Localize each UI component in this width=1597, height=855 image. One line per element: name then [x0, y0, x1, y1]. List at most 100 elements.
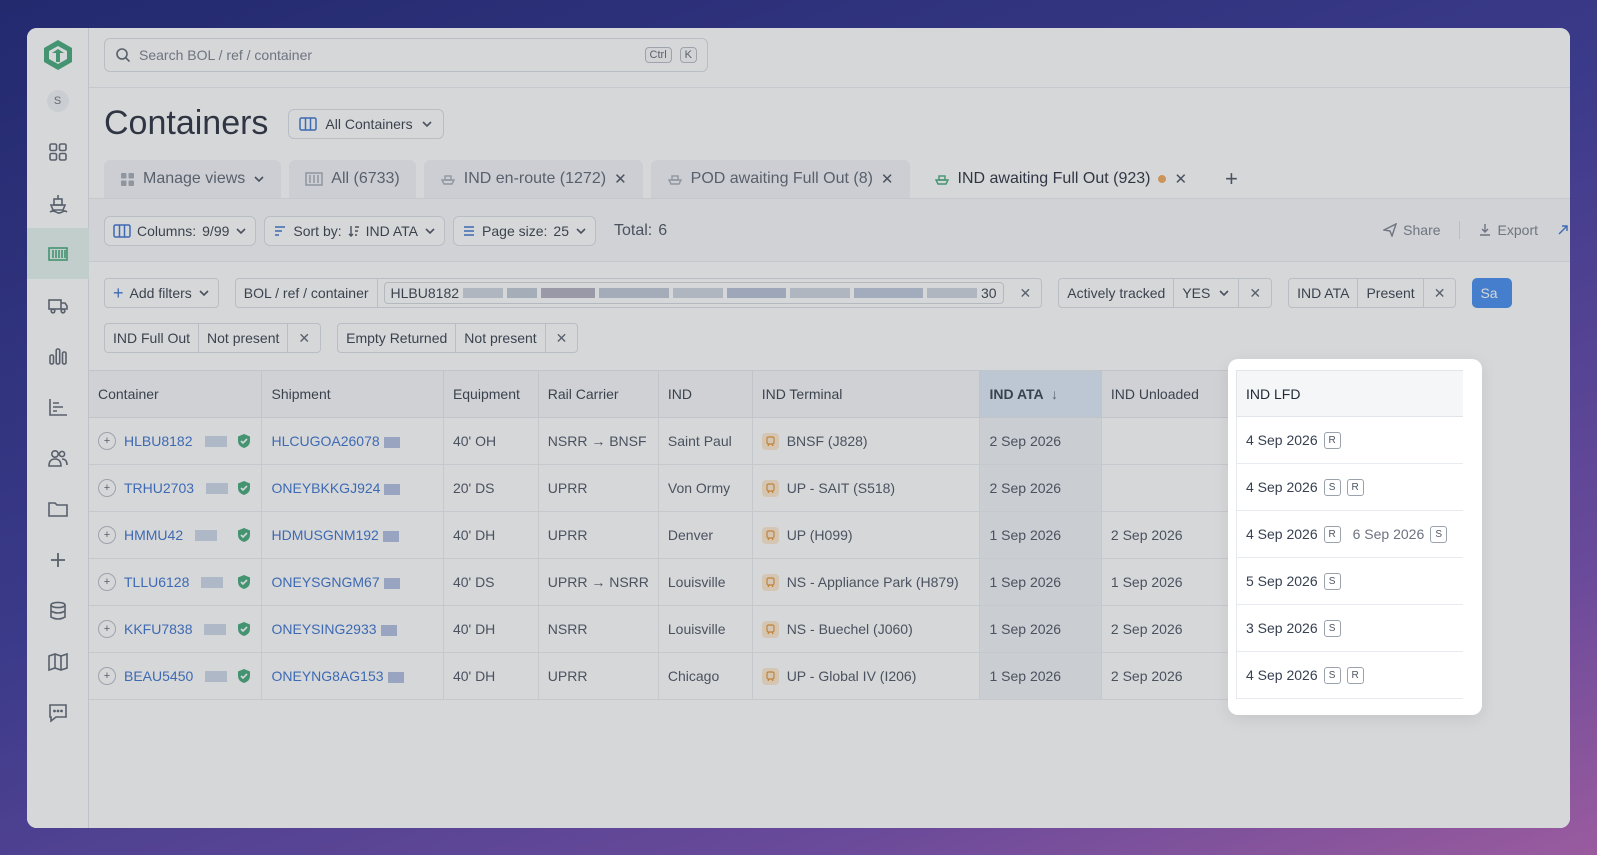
- nav-shipments[interactable]: [27, 177, 89, 228]
- close-icon[interactable]: ✕: [881, 170, 894, 188]
- app-logo-icon[interactable]: [41, 38, 75, 72]
- lfd-date-secondary: 6 Sep 2026: [1352, 526, 1425, 542]
- col-header-shipment[interactable]: Shipment: [261, 370, 444, 418]
- shipment-link[interactable]: HDMUSGNM192: [271, 527, 378, 543]
- tab-all[interactable]: All (6733): [289, 160, 416, 198]
- sort-desc-icon: [348, 226, 359, 237]
- nav-dashboard[interactable]: [27, 126, 89, 177]
- col-header-ind[interactable]: IND: [658, 370, 753, 418]
- share-button[interactable]: Share: [1383, 222, 1441, 238]
- container-link[interactable]: KKFU7838: [124, 621, 192, 637]
- page-size-button[interactable]: Page size: 25: [453, 216, 596, 246]
- total-label: Total:: [613, 222, 653, 239]
- add-tab-button[interactable]: +: [1211, 160, 1252, 198]
- remove-filter-icon[interactable]: ✕: [1010, 279, 1042, 307]
- filter-ind-full-out[interactable]: IND Full Out Not present ✕: [104, 323, 322, 353]
- users-icon: [47, 449, 68, 467]
- col-header-ind-ata[interactable]: IND ATA ↓: [979, 370, 1102, 418]
- share-label: Share: [1403, 222, 1441, 238]
- redacted-block: [205, 670, 228, 682]
- col-header-equipment[interactable]: Equipment: [443, 370, 539, 418]
- col-header-label: IND ATA: [989, 386, 1044, 402]
- tab-ind-en-route[interactable]: IND en-route (1272) ✕: [423, 160, 643, 198]
- cell-shipment: HDMUSGNM192: [261, 511, 444, 559]
- shipment-link[interactable]: ONEYBKKGJ924: [271, 480, 380, 496]
- filter-bol-value[interactable]: HLBU8182 30: [383, 282, 1004, 304]
- filter-tracked[interactable]: Actively tracked YES ✕: [1058, 278, 1273, 308]
- plus-icon: [50, 552, 65, 567]
- nav-trucking[interactable]: [27, 279, 89, 330]
- remove-filter-icon[interactable]: ✕: [546, 324, 578, 352]
- filter-ind-ata[interactable]: IND ATA Present ✕: [1288, 278, 1457, 308]
- tab-ind-awaiting[interactable]: IND awaiting Full Out (923) ✕: [917, 160, 1204, 198]
- shipment-link[interactable]: ONEYNG8AG153: [271, 668, 383, 684]
- expand-row-icon[interactable]: +: [98, 479, 116, 497]
- cell-ind: Louisville: [658, 558, 753, 606]
- col-header-ind-lfd-highlight[interactable]: IND LFD: [1236, 370, 1463, 417]
- nav-chat[interactable]: [27, 687, 89, 738]
- container-link[interactable]: HMMU42: [124, 527, 183, 543]
- tab-manage-views[interactable]: Manage views: [104, 160, 282, 198]
- nav-containers[interactable]: [27, 228, 89, 279]
- avatar[interactable]: S: [46, 90, 69, 112]
- container-link[interactable]: BEAU5450: [124, 668, 193, 684]
- container-icon: [305, 172, 324, 186]
- col-header-ind-terminal[interactable]: IND Terminal: [752, 370, 981, 418]
- nav-database[interactable]: [27, 585, 89, 636]
- columns-button[interactable]: Columns: 9/99: [104, 216, 257, 246]
- filter-bol[interactable]: BOL / ref / container HLBU8182 30 ✕: [234, 278, 1043, 308]
- sort-button[interactable]: Sort by: IND ATA: [264, 216, 446, 246]
- view-select[interactable]: All Containers: [288, 108, 444, 139]
- cell-container: + TLLU6128: [89, 558, 263, 606]
- expand-row-icon[interactable]: +: [98, 526, 116, 544]
- save-button[interactable]: Sa: [1472, 278, 1513, 308]
- export-button[interactable]: Export: [1478, 222, 1538, 238]
- nav-reports[interactable]: [27, 381, 89, 432]
- expand-row-icon[interactable]: +: [98, 432, 116, 450]
- lfd-cell: 3 Sep 2026 S: [1236, 605, 1463, 652]
- lfd-date: 3 Sep 2026: [1246, 620, 1318, 636]
- search-bar[interactable]: Search BOL / ref / container Ctrl K: [104, 38, 708, 72]
- cell-ind-terminal: UP - SAIT (S518): [752, 464, 981, 512]
- close-icon[interactable]: ✕: [614, 170, 627, 188]
- nav-add[interactable]: [27, 534, 89, 585]
- verified-shield-icon: [238, 528, 251, 542]
- container-link[interactable]: TLLU6128: [124, 574, 189, 590]
- expand-row-icon[interactable]: +: [98, 620, 116, 638]
- columns-label: Columns:: [137, 223, 197, 239]
- remove-filter-icon[interactable]: ✕: [1424, 279, 1456, 307]
- nav-map[interactable]: [27, 636, 89, 687]
- col-header-rail-carrier[interactable]: Rail Carrier: [538, 370, 659, 418]
- ship-icon: [667, 175, 682, 185]
- shipment-link[interactable]: HLCUGOA26078: [271, 433, 379, 449]
- shipment-link[interactable]: ONEYSGNGM67: [271, 574, 379, 590]
- shipment-link[interactable]: ONEYSING2933: [271, 621, 376, 637]
- filter-empty-returned[interactable]: Empty Returned Not present ✕: [337, 323, 579, 353]
- expand-icon[interactable]: [1556, 223, 1570, 237]
- cell-ind-ata: 1 Sep 2026: [979, 558, 1102, 606]
- add-filters-button[interactable]: + Add filters: [104, 278, 219, 308]
- tab-pod-awaiting[interactable]: POD awaiting Full Out (8) ✕: [650, 160, 910, 198]
- nav-analytics[interactable]: [27, 330, 89, 381]
- lfd-cell: 4 Sep 2026 R 6 Sep 2026 S: [1236, 511, 1463, 558]
- ship-icon: [440, 175, 455, 185]
- close-icon[interactable]: ✕: [1174, 170, 1187, 188]
- col-header-ind-unloaded[interactable]: IND Unloaded: [1101, 370, 1242, 418]
- grid-icon: [48, 142, 67, 161]
- nav-users[interactable]: [27, 432, 89, 483]
- col-header-container[interactable]: Container: [89, 370, 263, 418]
- expand-row-icon[interactable]: +: [98, 667, 116, 685]
- terminal-name: BNSF (J828): [786, 433, 868, 449]
- container-link[interactable]: TRHU2703: [124, 480, 194, 496]
- cell-rail-carrier: NSRR: [538, 605, 659, 653]
- search-placeholder[interactable]: Search BOL / ref / container: [139, 47, 633, 63]
- container-link[interactable]: HLBU8182: [124, 433, 193, 449]
- remove-filter-icon[interactable]: ✕: [1239, 279, 1271, 307]
- lfd-cell: 5 Sep 2026 S: [1236, 558, 1463, 605]
- cell-ind-ata: 1 Sep 2026: [979, 511, 1102, 559]
- expand-row-icon[interactable]: +: [98, 573, 116, 591]
- cell-rail-carrier: UPRR: [538, 511, 659, 559]
- remove-filter-icon[interactable]: ✕: [288, 324, 320, 352]
- nav-documents[interactable]: [27, 483, 89, 534]
- columns-value: 9/99: [202, 223, 230, 239]
